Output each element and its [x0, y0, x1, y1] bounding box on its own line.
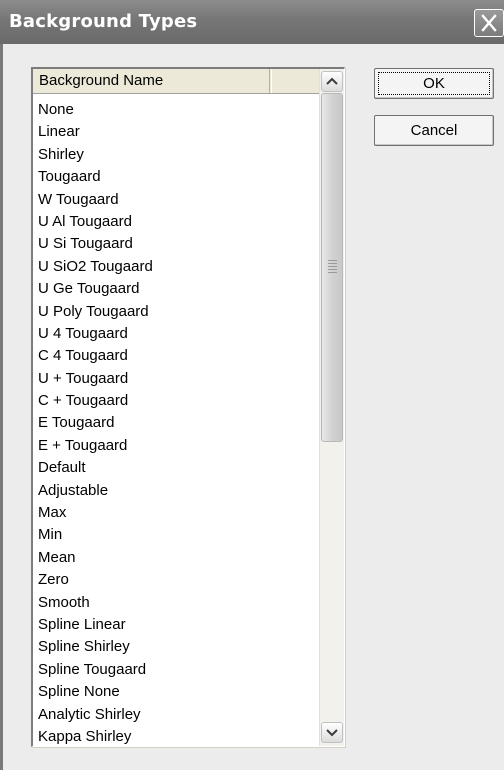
list-item[interactable]: Zero	[33, 569, 319, 591]
list-item[interactable]: Min	[33, 524, 319, 546]
list-item[interactable]: Spline Tougaard	[33, 659, 319, 681]
list-item[interactable]: Max	[33, 502, 319, 524]
list-item[interactable]: Adjustable	[33, 480, 319, 502]
list-item[interactable]: E Tougaard	[33, 412, 319, 434]
scroll-thumb[interactable]	[321, 93, 343, 442]
close-button[interactable]	[474, 9, 504, 37]
list-item[interactable]: U Poly Tougaard	[33, 301, 319, 323]
list-item[interactable]: W Tougaard	[33, 189, 319, 211]
list-item[interactable]: Default	[33, 457, 319, 479]
chevron-up-icon	[326, 77, 338, 85]
close-x-icon	[481, 14, 497, 32]
list-item[interactable]: Kappa Shirley	[33, 726, 319, 746]
list-rows: None Linear Shirley Tougaard W Tougaard U Al …	[33, 99, 319, 746]
list-item[interactable]: U Ge Tougaard	[33, 278, 319, 300]
scroll-up-button[interactable]	[321, 71, 343, 92]
column-header-background-name[interactable]: Background Name	[33, 69, 270, 93]
grip-icon	[328, 260, 337, 274]
cancel-button[interactable]: Cancel	[374, 115, 494, 146]
list-item[interactable]: Mean	[33, 547, 319, 569]
title-bar[interactable]: Background Types	[0, 0, 504, 44]
list-item[interactable]: None	[33, 99, 319, 121]
list-item[interactable]: U 4 Tougaard	[33, 323, 319, 345]
list-item[interactable]: Shirley	[33, 144, 319, 166]
list-header: Background Name	[33, 69, 319, 94]
list-item[interactable]: Smooth	[33, 592, 319, 614]
list-item[interactable]: C 4 Tougaard	[33, 345, 319, 367]
list-item[interactable]: U Al Tougaard	[33, 211, 319, 233]
list-item[interactable]: Tougaard	[33, 166, 319, 188]
list-item[interactable]: Linear	[33, 121, 319, 143]
scroll-down-button[interactable]	[321, 722, 343, 743]
background-list[interactable]: Background Name None Linear Shirley Tougaar…	[31, 67, 345, 747]
list-item[interactable]: Analytic Shirley	[33, 704, 319, 726]
ok-button[interactable]: OK	[374, 68, 494, 99]
column-header-empty[interactable]	[271, 69, 319, 93]
list-item[interactable]: C + Tougaard	[33, 390, 319, 412]
list-item[interactable]: Spline None	[33, 681, 319, 703]
list-item[interactable]: U SiO2 Tougaard	[33, 256, 319, 278]
list-item[interactable]: E + Tougaard	[33, 435, 319, 457]
list-item[interactable]: U + Tougaard	[33, 368, 319, 390]
list-item[interactable]: Spline Linear	[33, 614, 319, 636]
window-title: Background Types	[9, 11, 198, 32]
chevron-down-icon	[326, 729, 338, 737]
vertical-scrollbar[interactable]	[319, 69, 344, 746]
list-item[interactable]: U Si Tougaard	[33, 233, 319, 255]
list-item[interactable]: Spline Shirley	[33, 636, 319, 658]
